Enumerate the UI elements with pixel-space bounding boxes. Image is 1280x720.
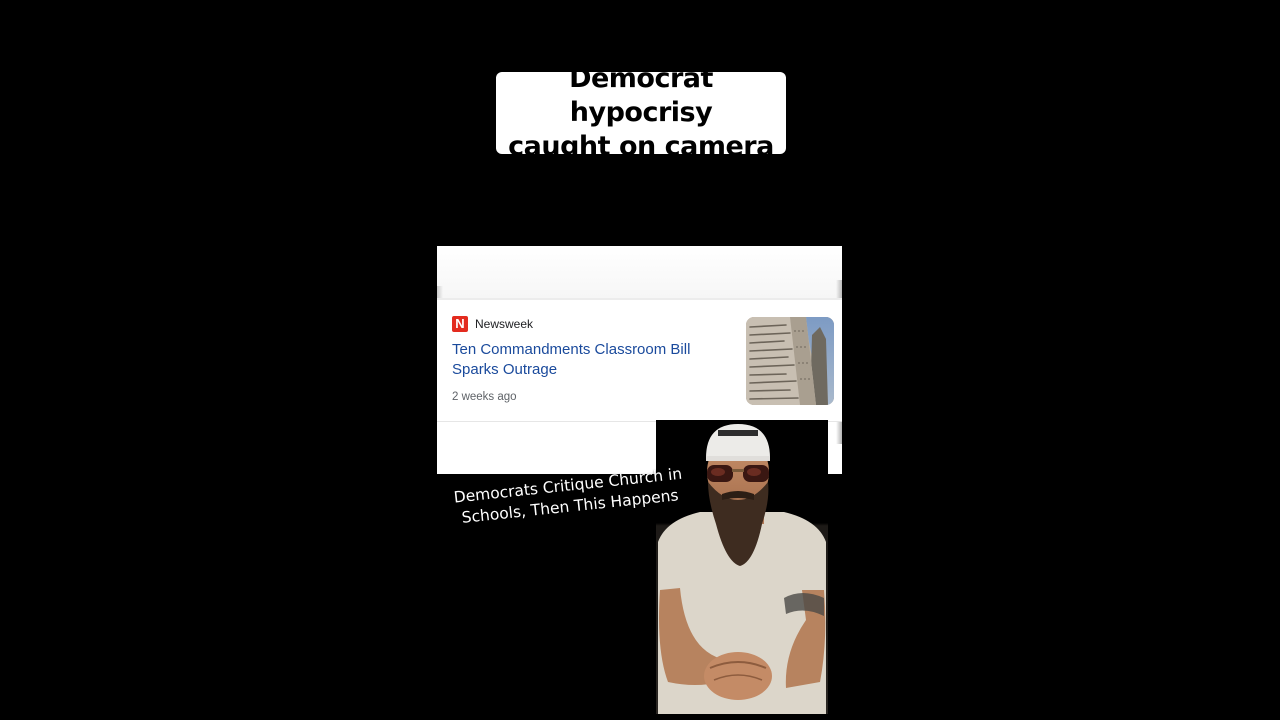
news-timestamp: 2 weeks ago bbox=[452, 391, 517, 403]
source-row: N Newsweek bbox=[452, 316, 533, 332]
card-edge-shadow-bottom bbox=[836, 422, 842, 444]
newsweek-logo-icon: N bbox=[452, 316, 468, 332]
news-thumbnail[interactable] bbox=[746, 317, 834, 405]
news-item[interactable]: N Newsweek Ten Commandments Classroom Bi… bbox=[437, 300, 842, 422]
card-top-area bbox=[437, 246, 842, 300]
title-caption: Democrat hypocrisy caught on camera bbox=[508, 63, 774, 162]
card-edge-shadow bbox=[836, 280, 842, 298]
title-caption-box: Democrat hypocrisy caught on camera bbox=[496, 63, 786, 162]
card-edge-shadow-left bbox=[437, 286, 443, 298]
source-name: Newsweek bbox=[475, 317, 534, 331]
stone-tablet-thumbnail-icon bbox=[746, 317, 834, 405]
news-headline-link[interactable]: Ten Commandments Classroom Bill Sparks O… bbox=[452, 340, 732, 379]
